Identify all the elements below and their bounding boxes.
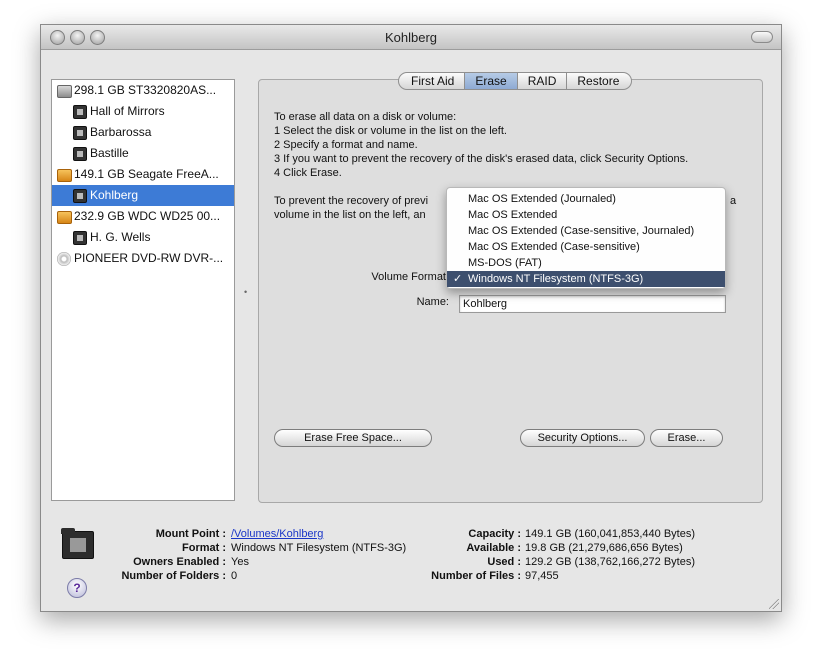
instruction-step: 3 If you want to prevent the recovery of…: [274, 153, 689, 165]
sidebar-item-label: H. G. Wells: [90, 230, 151, 244]
tab-raid[interactable]: RAID: [517, 72, 568, 90]
disk-utility-window: Kohlberg 298.1 GB ST3320820AS... Hall of…: [40, 24, 782, 612]
number-of-files-value: 97,455: [525, 570, 559, 582]
sidebar-item-label: 298.1 GB ST3320820AS...: [74, 83, 217, 97]
sidebar-item-label: Hall of Mirrors: [90, 104, 165, 118]
security-options-button[interactable]: Security Options...: [520, 429, 645, 447]
owners-enabled-value: Yes: [231, 556, 249, 568]
name-label: Name:: [416, 296, 449, 308]
sidebar-item-disk[interactable]: PIONEER DVD-RW DVR-...: [52, 248, 234, 269]
title-bar: Kohlberg: [41, 25, 781, 50]
owners-enabled-label: Owners Enabled :: [133, 556, 226, 568]
tab-restore[interactable]: Restore: [567, 72, 633, 90]
security-note-text-tail: a: [730, 195, 737, 207]
resize-grip-icon[interactable]: [769, 599, 779, 609]
hard-disk-icon: [57, 85, 72, 98]
tab-first-aid[interactable]: First Aid: [398, 72, 466, 90]
format-option[interactable]: Mac OS Extended: [447, 207, 725, 223]
capacity-label: Capacity :: [468, 528, 521, 540]
sidebar-item-volume[interactable]: Hall of Mirrors: [52, 101, 234, 122]
format-option-label: Windows NT Filesystem (NTFS-3G): [468, 273, 644, 285]
volume-icon: [61, 528, 94, 559]
tab-bar: First Aid Erase RAID Restore: [398, 72, 633, 90]
volume-icon: [73, 147, 87, 161]
sidebar-item-volume[interactable]: Barbarossa: [52, 122, 234, 143]
sidebar-item-label: Kohlberg: [90, 188, 139, 202]
erase-free-space-button[interactable]: Erase Free Space...: [274, 429, 432, 447]
sidebar-item-label: 232.9 GB WDC WD25 00...: [74, 209, 221, 223]
format-label: Format :: [182, 542, 226, 554]
volume-format-menu[interactable]: Mac OS Extended (Journaled) Mac OS Exten…: [446, 187, 726, 289]
number-of-files-label: Number of Files :: [431, 570, 521, 582]
checkmark-icon: ✓: [453, 273, 463, 285]
sidebar-item-label: Bastille: [90, 146, 129, 160]
format-option[interactable]: Mac OS Extended (Case-sensitive, Journal…: [447, 223, 725, 239]
optical-drive-icon: [57, 252, 71, 266]
sidebar-item-label: 149.1 GB Seagate FreeA...: [74, 167, 219, 181]
disk-list-sidebar[interactable]: 298.1 GB ST3320820AS... Hall of Mirrors …: [51, 79, 235, 501]
available-label: Available :: [466, 542, 521, 554]
mount-point-label: Mount Point :: [155, 528, 226, 540]
volume-icon: [73, 105, 87, 119]
format-option[interactable]: Mac OS Extended (Case-sensitive): [447, 239, 725, 255]
capacity-value: 149.1 GB (160,041,853,440 Bytes): [525, 528, 696, 540]
sidebar-item-disk[interactable]: 149.1 GB Seagate FreeA...: [52, 164, 234, 185]
used-label: Used :: [487, 556, 521, 568]
sidebar-item-label: Barbarossa: [90, 125, 152, 139]
volume-icon: [73, 189, 87, 203]
external-disk-icon: [57, 169, 72, 182]
instruction-step: 4 Click Erase.: [274, 167, 342, 179]
sidebar-item-disk[interactable]: 232.9 GB WDC WD25 00...: [52, 206, 234, 227]
volume-icon: [73, 231, 87, 245]
name-field[interactable]: Kohlberg: [459, 295, 726, 313]
erase-button[interactable]: Erase...: [650, 429, 723, 447]
used-value: 129.2 GB (138,762,166,272 Bytes): [525, 556, 696, 568]
format-value: Windows NT Filesystem (NTFS-3G): [231, 542, 407, 554]
volume-format-label: Volume Format: [371, 271, 446, 283]
instruction-step: 1 Select the disk or volume in the list …: [274, 125, 507, 137]
format-option-selected[interactable]: ✓ Windows NT Filesystem (NTFS-3G): [447, 271, 725, 287]
security-note-text: volume in the list on the left, an: [274, 209, 426, 221]
external-disk-icon: [57, 211, 72, 224]
available-value: 19.8 GB (21,279,686,656 Bytes): [525, 542, 683, 554]
mount-point-link[interactable]: /Volumes/Kohlberg: [231, 528, 323, 540]
number-of-folders-value: 0: [231, 570, 238, 582]
window-title: Kohlberg: [384, 30, 438, 45]
volume-icon: [73, 126, 87, 140]
format-option[interactable]: MS-DOS (FAT): [447, 255, 725, 271]
number-of-folders-label: Number of Folders :: [121, 570, 226, 582]
sidebar-item-volume[interactable]: Bastille: [52, 143, 234, 164]
security-note-text: To prevent the recovery of previ: [274, 195, 429, 207]
instruction-step: 2 Specify a format and name.: [274, 139, 418, 151]
sidebar-item-label: PIONEER DVD-RW DVR-...: [74, 251, 224, 265]
format-option[interactable]: Mac OS Extended (Journaled): [447, 191, 725, 207]
sidebar-item-volume-selected[interactable]: Kohlberg: [52, 185, 234, 206]
tab-erase[interactable]: Erase: [465, 72, 518, 90]
toolbar-toggle-button[interactable]: [751, 31, 773, 43]
sidebar-item-volume[interactable]: H. G. Wells: [52, 227, 234, 248]
instruction-heading: To erase all data on a disk or volume:: [274, 111, 457, 123]
split-view-divider[interactable]: •: [244, 287, 247, 297]
sidebar-item-disk[interactable]: 298.1 GB ST3320820AS...: [52, 80, 234, 101]
